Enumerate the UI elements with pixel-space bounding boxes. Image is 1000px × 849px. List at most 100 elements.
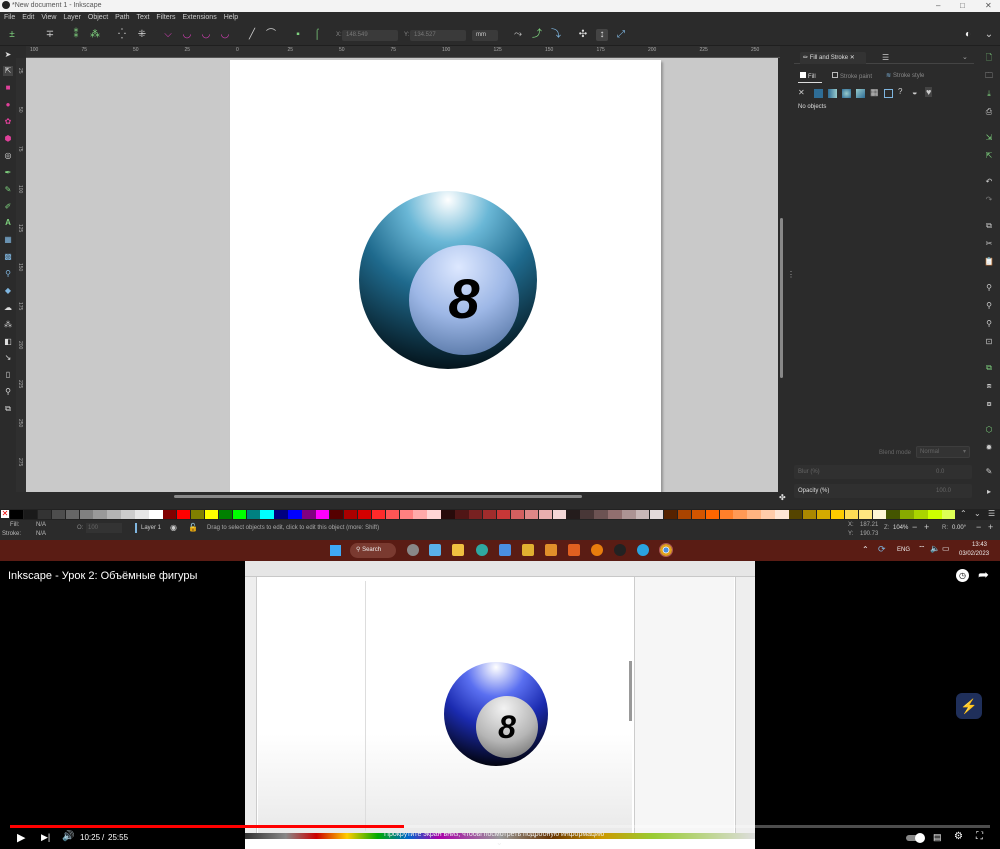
palette-swatch[interactable] bbox=[496, 510, 511, 519]
settings-button[interactable]: ⚙ bbox=[954, 831, 963, 842]
palette-swatch[interactable] bbox=[163, 510, 177, 519]
volume-button[interactable]: 🔊 bbox=[62, 831, 74, 842]
rectangle-tool-icon[interactable]: ■ bbox=[3, 83, 13, 93]
fullscreen-button[interactable]: ⛶ bbox=[976, 831, 983, 842]
object-to-path-icon[interactable]: ▪ bbox=[292, 29, 304, 41]
menu-text[interactable]: Text bbox=[137, 12, 150, 24]
palette-swatch[interactable] bbox=[747, 510, 761, 519]
spiral-tool-icon[interactable]: ◎ bbox=[3, 151, 13, 161]
mesh-gradient-icon[interactable] bbox=[856, 89, 865, 98]
zoom-drawing-icon[interactable]: ⚲ bbox=[983, 300, 995, 312]
show-outline-icon[interactable]: ↕ bbox=[596, 29, 608, 41]
palette-swatch[interactable] bbox=[608, 510, 622, 519]
node-tool-icon[interactable]: ⇱ bbox=[3, 66, 13, 76]
scroll-down-chevron-icon[interactable]: ⌄ bbox=[496, 838, 503, 847]
horizontal-scrollbar[interactable] bbox=[26, 492, 780, 500]
zoom-selection-icon[interactable]: ⚲ bbox=[983, 282, 995, 294]
menu-path[interactable]: Path bbox=[115, 12, 129, 24]
break-path-icon[interactable]: ⁂ bbox=[89, 29, 101, 41]
opacity-short-input[interactable]: 100 bbox=[86, 523, 122, 533]
palette-swatch[interactable] bbox=[802, 510, 817, 519]
group-icon[interactable]: ⬡ bbox=[983, 424, 995, 436]
palette-swatch[interactable] bbox=[524, 510, 539, 519]
dropper-tool-icon[interactable]: ⚲ bbox=[3, 269, 13, 279]
palette-swatch[interactable] bbox=[566, 510, 580, 519]
palette-swatch[interactable] bbox=[719, 510, 733, 519]
unlink-clone-icon[interactable]: ⧇ bbox=[983, 398, 995, 410]
palette-swatch[interactable] bbox=[580, 510, 594, 519]
more-commands-icon[interactable]: ▸ bbox=[983, 486, 995, 498]
flat-color-icon[interactable] bbox=[814, 89, 823, 98]
palette-swatch[interactable] bbox=[65, 510, 80, 519]
settings-app-icon[interactable] bbox=[407, 544, 419, 556]
palette-swatch[interactable] bbox=[900, 510, 914, 519]
palette-swatch[interactable] bbox=[260, 510, 274, 519]
palette-swatch[interactable] bbox=[204, 510, 219, 519]
palette-swatch[interactable] bbox=[357, 510, 372, 519]
tray-sync-icon[interactable]: ⟳ bbox=[878, 544, 886, 555]
gradient-tool-icon[interactable]: ▦ bbox=[3, 235, 13, 245]
subtab-stroke-style[interactable]: ≋ Stroke style bbox=[886, 72, 924, 79]
palette-swatch[interactable] bbox=[218, 510, 233, 519]
blend-mode-select[interactable]: Normal ▾ bbox=[916, 446, 970, 458]
cut-icon[interactable]: ✂ bbox=[983, 238, 995, 250]
join-nodes-icon[interactable]: ⁑ bbox=[70, 29, 82, 41]
video-frame[interactable]: 8 bbox=[245, 561, 755, 849]
auto-node-icon[interactable]: ◡ bbox=[219, 29, 231, 41]
palette-swatch[interactable] bbox=[93, 510, 107, 519]
clone-icon[interactable]: ⧈ bbox=[983, 380, 995, 392]
notes-app-icon[interactable] bbox=[568, 544, 580, 556]
palette-swatch[interactable] bbox=[79, 510, 93, 519]
no-paint-icon[interactable]: ✕ bbox=[798, 88, 805, 97]
y-coordinate-input[interactable]: 134.527 bbox=[410, 30, 466, 41]
color-manage-icon[interactable]: ✤ bbox=[779, 493, 786, 502]
close-button[interactable]: ✕ bbox=[985, 1, 992, 10]
menu-edit[interactable]: Edit bbox=[22, 12, 34, 24]
palette-swatch[interactable] bbox=[23, 510, 38, 519]
undo-icon[interactable]: ↶ bbox=[983, 176, 995, 188]
horizontal-scroll-thumb[interactable] bbox=[174, 495, 582, 498]
selector-tool-icon[interactable]: ➤ bbox=[3, 50, 13, 60]
palette-swatch[interactable] bbox=[872, 510, 886, 519]
palette-swatch[interactable] bbox=[329, 510, 344, 519]
palette-swatch[interactable] bbox=[844, 510, 859, 519]
palette-swatch[interactable] bbox=[302, 510, 316, 519]
opacity-input[interactable]: 100.0 bbox=[936, 488, 951, 494]
palette-swatch[interactable] bbox=[371, 510, 386, 519]
palette-swatch[interactable] bbox=[121, 510, 135, 519]
menu-view[interactable]: View bbox=[41, 12, 56, 24]
palette-swatch[interactable] bbox=[886, 510, 900, 519]
text-tool-icon[interactable]: A bbox=[3, 218, 13, 228]
gem-app-icon[interactable] bbox=[522, 544, 534, 556]
snap-toggle-icon[interactable]: ◐ bbox=[962, 29, 974, 41]
zoom-tool-icon[interactable]: ⚲ bbox=[3, 387, 13, 397]
palette-swatch[interactable] bbox=[469, 510, 483, 519]
vertical-scrollbar[interactable] bbox=[778, 58, 786, 492]
palette-scroll-up-icon[interactable]: ⌃ bbox=[960, 509, 967, 518]
palette-swatch[interactable] bbox=[830, 510, 845, 519]
blur-input[interactable]: 0.0 bbox=[936, 469, 944, 475]
menu-filters[interactable]: Filters bbox=[156, 12, 175, 24]
palette-swatch[interactable] bbox=[733, 510, 747, 519]
watch-later-icon[interactable]: ◷ bbox=[956, 569, 969, 582]
tweak-tool-icon[interactable]: ☁ bbox=[3, 303, 13, 313]
radial-gradient-icon[interactable] bbox=[842, 89, 851, 98]
palette-swatch[interactable] bbox=[135, 510, 149, 519]
minimize-button[interactable]: – bbox=[936, 1, 940, 10]
palette-swatch[interactable] bbox=[483, 510, 497, 519]
tray-expand-icon[interactable]: ⌃ bbox=[862, 545, 869, 554]
zoom-minus-icon[interactable]: − bbox=[912, 522, 917, 532]
palette-swatch[interactable] bbox=[455, 510, 469, 519]
calligraphy-tool-icon[interactable]: ✐ bbox=[3, 202, 13, 212]
next-button[interactable]: ▶| bbox=[41, 832, 50, 843]
start-icon[interactable] bbox=[330, 545, 341, 556]
clock-date[interactable]: 03/02/2023 bbox=[959, 551, 989, 557]
delete-segment-icon[interactable]: ⁜ bbox=[136, 29, 148, 41]
line-segment-icon[interactable]: ╱ bbox=[246, 29, 258, 41]
unit-select[interactable]: mm bbox=[472, 30, 498, 41]
sublime-app-icon[interactable] bbox=[545, 544, 557, 556]
paste-icon[interactable]: 📋 bbox=[983, 256, 995, 268]
zoom-plus-icon[interactable]: + bbox=[924, 522, 929, 532]
palette-swatch[interactable] bbox=[10, 510, 24, 519]
palette-swatch[interactable] bbox=[232, 510, 246, 519]
